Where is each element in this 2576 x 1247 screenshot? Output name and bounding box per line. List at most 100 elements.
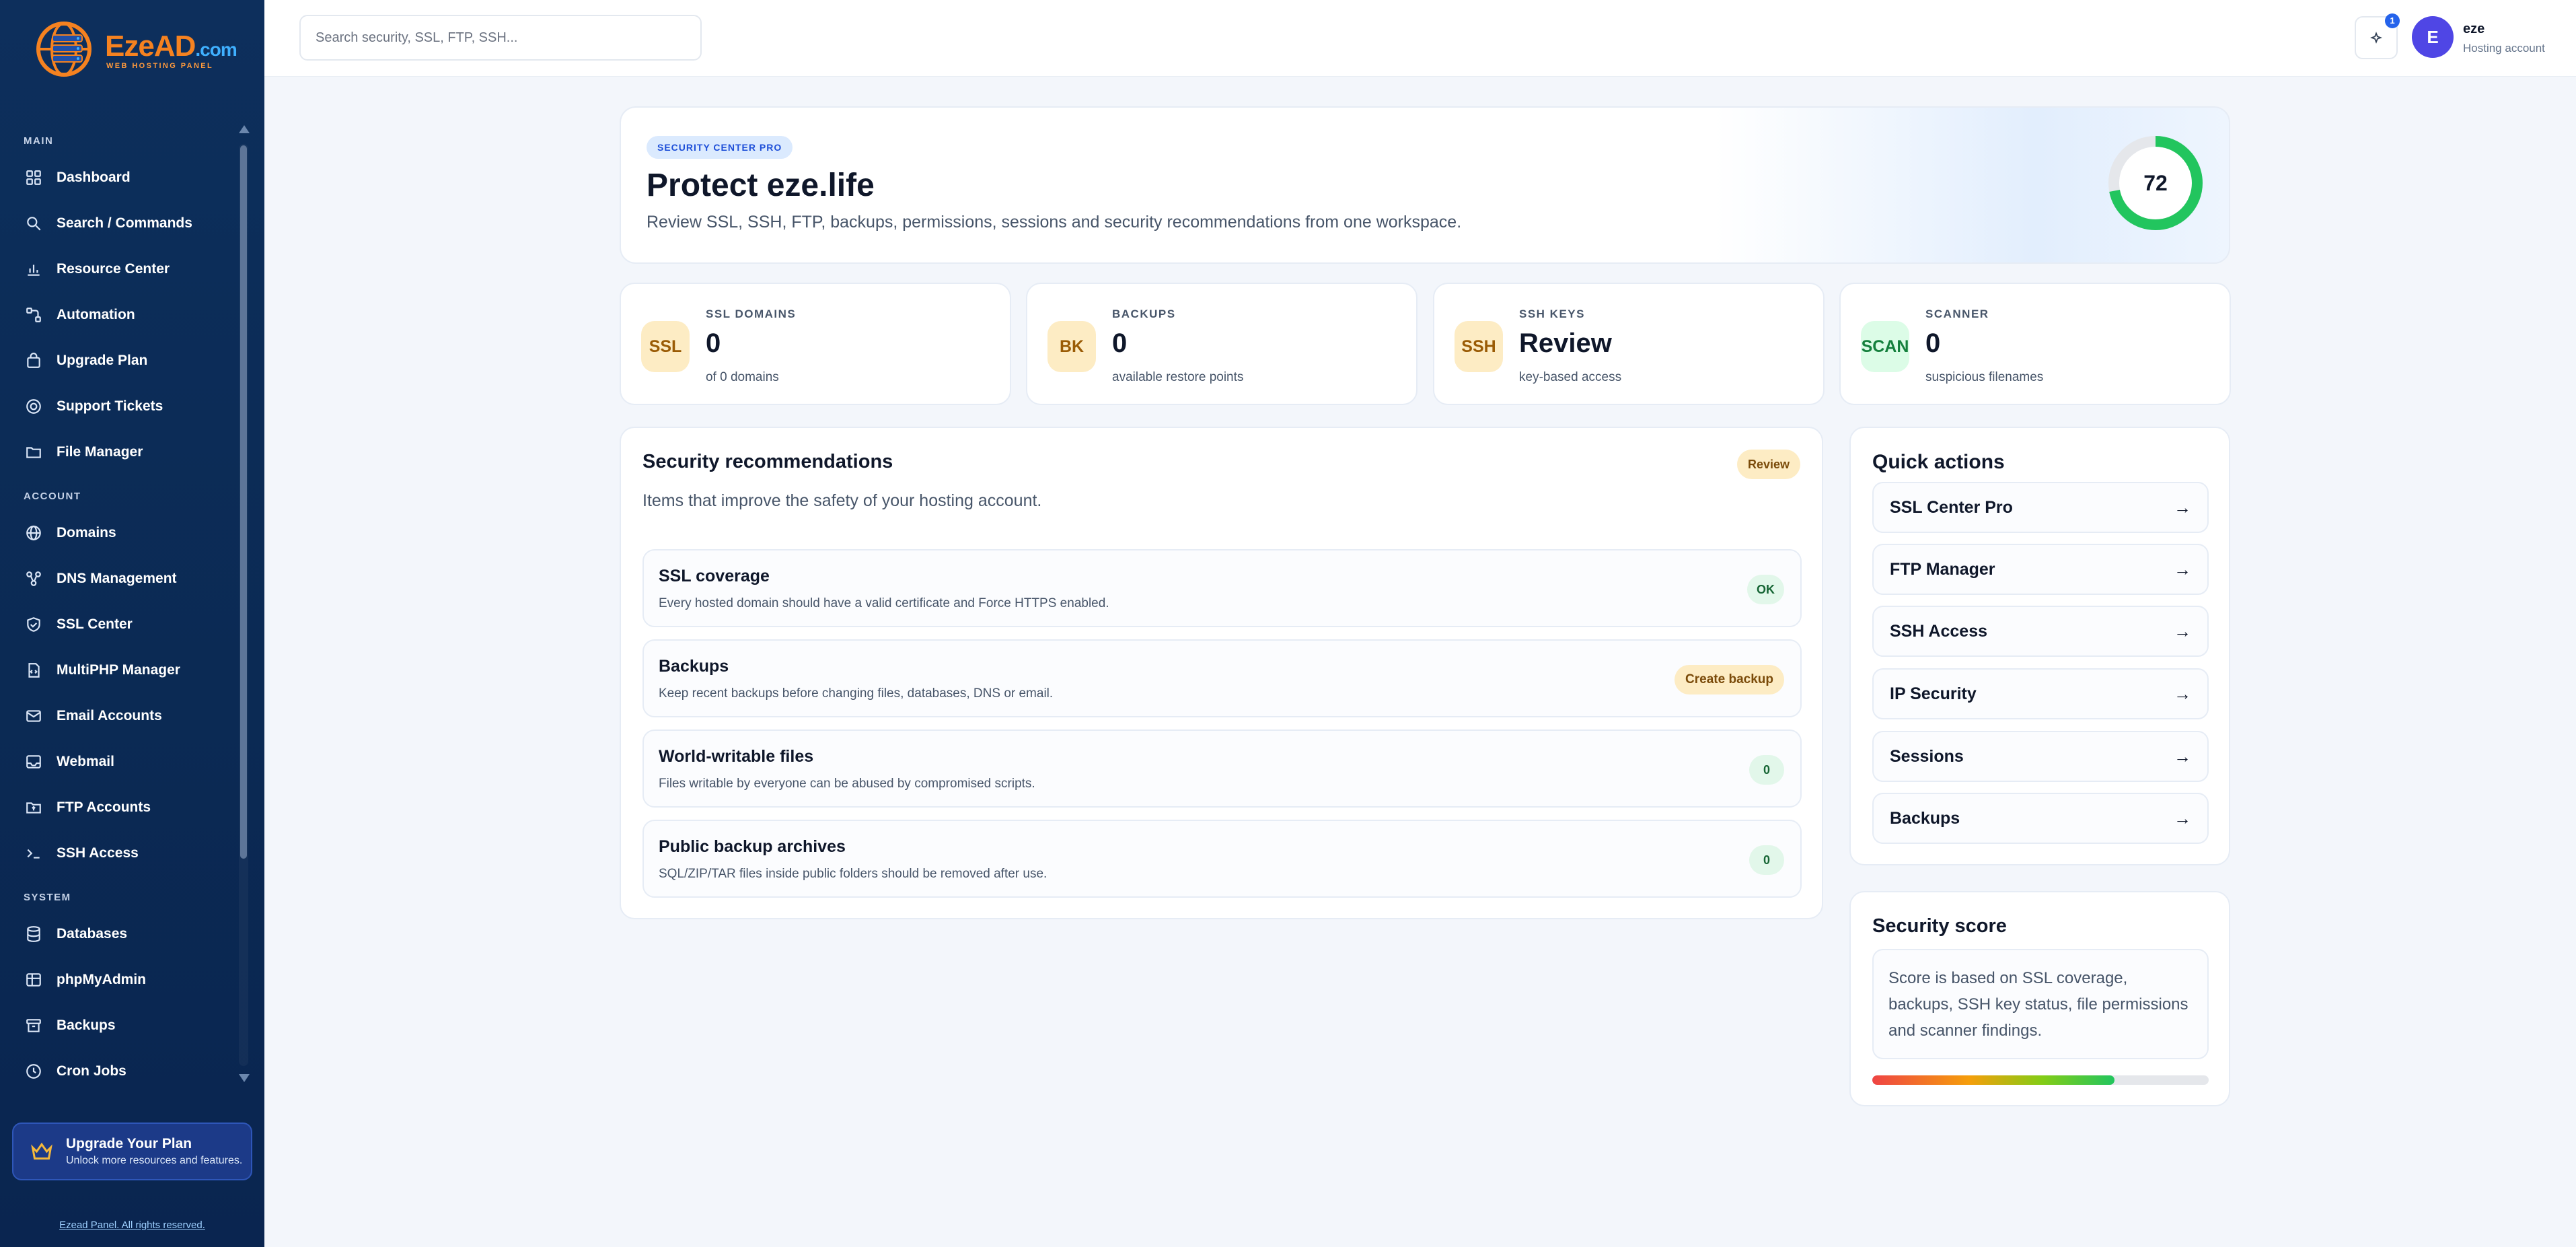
- quick-action-label: Backups: [1890, 808, 1960, 828]
- recommendation-desc: Files writable by everyone can be abused…: [659, 777, 1035, 791]
- inbox-icon: [24, 752, 43, 771]
- sidebar-nav: MAIN Dashboard Search / Commands Resourc…: [0, 128, 242, 1094]
- sidebar-item-backups[interactable]: Backups: [0, 1003, 242, 1048]
- page-title: Protect eze.life: [647, 168, 875, 203]
- sidebar-item-label: Automation: [57, 307, 135, 322]
- workflow-icon: [24, 306, 43, 324]
- search-icon: [24, 214, 43, 233]
- quick-action-sessions[interactable]: Sessions →: [1872, 731, 2209, 782]
- quick-action-label: SSL Center Pro: [1890, 497, 2013, 517]
- search-input[interactable]: [299, 15, 702, 61]
- recommendation-title: Public backup archives: [659, 837, 846, 856]
- recommendation-desc: Every hosted domain should have a valid …: [659, 596, 1109, 610]
- quick-action-backups[interactable]: Backups →: [1872, 793, 2209, 844]
- quick-action-ssl-center-pro[interactable]: SSL Center Pro →: [1872, 482, 2209, 533]
- scan-badge-icon: SCAN: [1861, 321, 1909, 372]
- recommendation-world-writable-files: World-writable files Files writable by e…: [642, 729, 1802, 808]
- sidebar-item-label: MultiPHP Manager: [57, 662, 180, 678]
- sidebar-item-upgrade-plan[interactable]: Upgrade Plan: [0, 338, 242, 384]
- recommendation-desc: Keep recent backups before changing file…: [659, 686, 1054, 701]
- sidebar-item-label: Domains: [57, 525, 116, 540]
- terminal-icon: [24, 844, 43, 863]
- stat-sub: of 0 domains: [706, 370, 779, 384]
- grid-icon: [24, 168, 43, 187]
- sidebar-item-email-accounts[interactable]: Email Accounts: [0, 693, 242, 739]
- sidebar-item-databases[interactable]: Databases: [0, 911, 242, 957]
- sidebar-item-domains[interactable]: Domains: [0, 510, 242, 556]
- crown-icon: [31, 1142, 52, 1160]
- ssl-badge-icon: SSL: [641, 321, 690, 372]
- sidebar-item-ftp-accounts[interactable]: FTP Accounts: [0, 785, 242, 830]
- sidebar-scrollbar[interactable]: [239, 125, 250, 1088]
- footer-link[interactable]: Ezead Panel. All rights reserved.: [0, 1219, 264, 1231]
- sidebar-item-multiphp-manager[interactable]: MultiPHP Manager: [0, 647, 242, 693]
- arrow-right-icon: →: [2174, 683, 2191, 704]
- scroll-down-arrow-icon[interactable]: [239, 1074, 250, 1082]
- arrow-right-icon: →: [2174, 497, 2191, 518]
- quick-action-ftp-manager[interactable]: FTP Manager →: [1872, 544, 2209, 595]
- sidebar-item-ssh-access[interactable]: SSH Access: [0, 830, 242, 876]
- quick-action-ip-security[interactable]: IP Security →: [1872, 668, 2209, 719]
- user-name[interactable]: eze: [2463, 22, 2485, 37]
- database-icon: [24, 925, 43, 943]
- stat-value: Review: [1519, 328, 1612, 358]
- sidebar-item-search-commands[interactable]: Search / Commands: [0, 201, 242, 246]
- panel-title: Security recommendations: [642, 451, 893, 472]
- sidebar-item-label: Email Accounts: [57, 708, 162, 723]
- sidebar-item-automation[interactable]: Automation: [0, 292, 242, 338]
- recommendation-ssl-coverage: SSL coverage Every hosted domain should …: [642, 549, 1802, 627]
- arrow-right-icon: →: [2174, 620, 2191, 641]
- lifebuoy-icon: [24, 397, 43, 416]
- sidebar-item-dns-management[interactable]: DNS Management: [0, 556, 242, 602]
- brand-logo[interactable]: EzeAD.com WEB HOSTING PANEL: [35, 20, 237, 78]
- logo-globe-icon: [36, 22, 91, 77]
- topbar: 1 E eze Hosting account: [264, 0, 2576, 77]
- stat-card-scanner: SCAN SCANNER 0 suspicious filenames: [1839, 283, 2231, 405]
- sidebar-item-resource-center[interactable]: Resource Center: [0, 246, 242, 292]
- recommendation-title: SSL coverage: [659, 567, 770, 585]
- globe-icon: [24, 524, 43, 542]
- quick-action-label: Sessions: [1890, 746, 1964, 766]
- sidebar-item-label: Backups: [57, 1018, 116, 1033]
- section-pill: SECURITY CENTER PRO: [647, 136, 793, 159]
- stat-sub: key-based access: [1519, 370, 1622, 384]
- sidebar: EzeAD.com WEB HOSTING PANEL MAIN Dashboa…: [0, 0, 264, 1247]
- brand-tagline: WEB HOSTING PANEL: [106, 62, 214, 70]
- ssh-badge-icon: SSH: [1455, 321, 1503, 372]
- score-value: 72: [2143, 171, 2168, 195]
- network-icon: [24, 569, 43, 588]
- sidebar-item-webmail[interactable]: Webmail: [0, 739, 242, 785]
- sidebar-item-file-manager[interactable]: File Manager: [0, 429, 242, 475]
- scrollbar-thumb[interactable]: [240, 145, 247, 859]
- scroll-up-arrow-icon[interactable]: [239, 125, 250, 133]
- recommendation-public-backup-archives: Public backup archives SQL/ZIP/TAR files…: [642, 820, 1802, 898]
- sidebar-item-phpmyadmin[interactable]: phpMyAdmin: [0, 957, 242, 1003]
- sidebar-item-label: Webmail: [57, 754, 114, 769]
- quick-action-ssh-access[interactable]: SSH Access →: [1872, 606, 2209, 657]
- table-icon: [24, 970, 43, 989]
- brand-name: EzeAD.com: [105, 30, 237, 63]
- clock-icon: [24, 1062, 43, 1081]
- create-backup-button[interactable]: Create backup: [1675, 665, 1784, 694]
- sidebar-item-label: Dashboard: [57, 170, 131, 185]
- sidebar-item-dashboard[interactable]: Dashboard: [0, 155, 242, 201]
- quick-action-label: SSH Access: [1890, 621, 1987, 641]
- sidebar-item-label: Resource Center: [57, 261, 170, 277]
- sidebar-item-support-tickets[interactable]: Support Tickets: [0, 384, 242, 429]
- arrow-right-icon: →: [2174, 808, 2191, 828]
- stat-card-ssl-domains: SSL SSL DOMAINS 0 of 0 domains: [620, 283, 1011, 405]
- sidebar-item-ssl-center[interactable]: SSL Center: [0, 602, 242, 647]
- upgrade-title: Upgrade Your Plan: [66, 1136, 192, 1151]
- bag-icon: [24, 351, 43, 370]
- notifications-button[interactable]: 1: [2355, 13, 2400, 59]
- stat-value: 0: [706, 328, 721, 358]
- upgrade-subtitle: Unlock more resources and features.: [66, 1155, 243, 1166]
- sidebar-item-cron-jobs[interactable]: Cron Jobs: [0, 1048, 242, 1094]
- avatar[interactable]: E: [2412, 16, 2454, 58]
- review-status-badge[interactable]: Review: [1736, 450, 1800, 479]
- stat-card-ssh-keys: SSH SSH KEYS Review key-based access: [1433, 283, 1825, 405]
- bar-chart-icon: [24, 260, 43, 279]
- upgrade-plan-card[interactable]: Upgrade Your Plan Unlock more resources …: [12, 1123, 252, 1180]
- stat-label: SSL DOMAINS: [706, 308, 797, 320]
- nav-section-main: MAIN: [24, 135, 54, 147]
